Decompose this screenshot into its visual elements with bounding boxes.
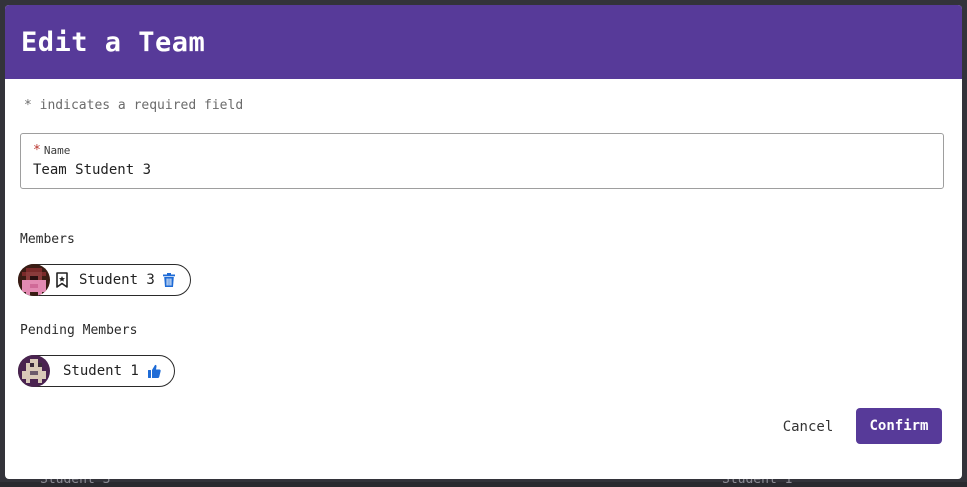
team-name-label-text: Name <box>43 144 71 157</box>
member-name: Student 3 <box>79 272 155 288</box>
trash-icon[interactable] <box>162 273 175 287</box>
bookmark-star-icon[interactable] <box>55 272 69 288</box>
dialog-header: Edit a Team <box>5 5 962 79</box>
pending-member-name: Student 1 <box>63 363 139 379</box>
pending-member-avatar <box>18 355 50 387</box>
pending-members-label: Pending Members <box>20 323 138 338</box>
pending-member-chip: Student 1 <box>18 355 175 387</box>
team-name-input[interactable] <box>33 162 913 178</box>
dialog-title: Edit a Team <box>21 26 206 58</box>
required-field-note: * indicates a required field <box>24 98 244 113</box>
required-asterisk: * <box>33 143 41 158</box>
thumbs-up-icon[interactable] <box>147 364 161 378</box>
confirm-button[interactable]: Confirm <box>856 408 942 444</box>
members-label: Members <box>20 232 75 247</box>
member-avatar <box>18 264 50 296</box>
team-name-label: * Name <box>33 143 70 158</box>
member-chip: Student 3 <box>18 264 191 296</box>
cancel-button[interactable]: Cancel <box>771 409 845 445</box>
team-name-field[interactable]: * Name <box>20 133 944 189</box>
edit-team-dialog: Edit a Team * indicates a required field… <box>5 5 962 479</box>
